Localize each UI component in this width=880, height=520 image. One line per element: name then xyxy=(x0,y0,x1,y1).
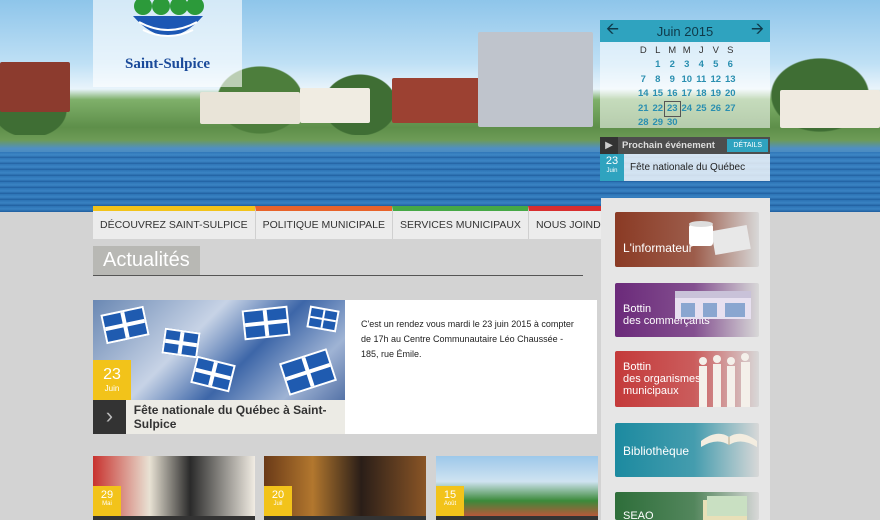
logo-wave-icon xyxy=(133,0,204,37)
calendar-week-row: 7 8 9 10 11 12 13 xyxy=(636,73,770,87)
calendar-day[interactable]: 5 xyxy=(709,58,724,72)
people-icon xyxy=(699,353,750,407)
calendar-weekday: D xyxy=(639,45,647,56)
calendar-weekday-row: DLMMJVS xyxy=(636,44,770,58)
chevron-right-icon: ▶ xyxy=(600,137,618,154)
next-event-panel: ▶ Prochain événement DÉTAILS 23 Juin Fêt… xyxy=(600,137,770,181)
details-button[interactable]: DÉTAILS xyxy=(727,139,768,152)
calendar-day[interactable]: 26 xyxy=(709,102,724,116)
calendar-day[interactable]: 22 xyxy=(651,102,666,116)
featured-body: C'est un rendez vous mardi le 23 juin 20… xyxy=(361,319,574,359)
calendar-day[interactable]: 29 xyxy=(651,116,666,130)
calendar-day[interactable]: 14 xyxy=(636,87,651,101)
arrow-right-icon[interactable]: 🡪 xyxy=(751,18,764,45)
calendar-grid: D L M M J V S 1 2 3 4 5 6 7 8 9 10 11 12 13 14 15 16 17 18 19 20 21… xyxy=(600,42,770,130)
calendar-day[interactable]: 12 xyxy=(709,73,724,87)
calendar-weekday: V xyxy=(712,45,719,56)
storefront-icon xyxy=(675,291,751,319)
next-event-item[interactable]: 23 Juin Fête nationale du Québec xyxy=(600,154,770,181)
logo-text: Saint-Sulpice xyxy=(124,56,211,72)
news-card[interactable]: 29 Mai xyxy=(93,456,255,520)
calendar-week-row: 123456 xyxy=(636,58,770,72)
calendar-day[interactable]: 25 xyxy=(694,102,709,116)
calendar-day[interactable]: 13 xyxy=(723,73,738,87)
folder-icon xyxy=(703,496,747,520)
card-date-badge: 29 Mai xyxy=(93,486,121,520)
calendar-day xyxy=(694,116,709,130)
calendar-day[interactable]: 24 xyxy=(680,102,695,116)
calendar-weekday: M xyxy=(682,45,691,56)
main-nav: DÉCOUVREZ SAINT-SULPICE POLITIQUE MUNICI… xyxy=(93,206,637,239)
calendar-day[interactable]: 8 xyxy=(651,73,666,87)
calendar-day[interactable]: 20 xyxy=(723,87,738,101)
calendar-day[interactable]: 6 xyxy=(723,58,738,72)
featured-date-badge: 23 Juin xyxy=(93,360,131,400)
calendar-day[interactable]: 28 xyxy=(636,116,651,130)
newspaper-icon xyxy=(689,221,751,255)
card-date-badge: 20 Juil xyxy=(264,486,292,520)
book-icon xyxy=(701,433,757,447)
calendar-day[interactable]: 1 xyxy=(651,58,666,72)
calendar-day xyxy=(636,58,651,72)
section-divider xyxy=(93,275,583,276)
nav-item-decouvrez[interactable]: DÉCOUVREZ SAINT-SULPICE xyxy=(93,206,255,239)
section-title: Actualités xyxy=(93,246,200,275)
next-event-name: Fête nationale du Québec xyxy=(630,162,746,173)
next-event-heading: Prochain événement xyxy=(622,140,715,151)
calendar-weekday: J xyxy=(698,45,704,56)
news-card[interactable]: 20 Juil xyxy=(264,456,426,520)
calendar-day[interactable]: 27 xyxy=(723,102,738,116)
calendar-day[interactable]: 4 xyxy=(694,58,709,72)
featured-caption[interactable]: › Fête nationale du Québec à Saint-Sulpi… xyxy=(93,400,345,434)
calendar-day[interactable]: 17 xyxy=(680,87,695,101)
promo-seao[interactable]: SEAO xyxy=(615,492,759,520)
calendar-day[interactable]: 30 xyxy=(665,116,680,130)
calendar-day xyxy=(680,116,695,130)
calendar-week-row: 21 22 23 24 25 26 27 xyxy=(636,100,770,117)
calendar-day[interactable]: 9 xyxy=(665,73,680,87)
calendar-week-row: 14 15 16 17 18 19 20 xyxy=(636,87,770,101)
calendar-day[interactable]: 3 xyxy=(680,58,695,72)
promo-bottin-commercants[interactable]: Bottin des commerçants xyxy=(615,283,759,337)
nav-item-politique[interactable]: POLITIQUE MUNICIPALE xyxy=(254,206,392,239)
promo-bibliotheque[interactable]: Bibliothèque xyxy=(615,423,759,477)
calendar-day[interactable]: 10 xyxy=(680,73,695,87)
calendar-day[interactable]: 11 xyxy=(694,73,709,87)
logo[interactable]: Saint-Sulpice xyxy=(93,0,242,87)
featured-news[interactable]: 23 Juin › Fête nationale du Québec à Sai… xyxy=(93,300,597,434)
promo-bottin-organismes[interactable]: Bottin des organismes municipaux xyxy=(615,351,759,407)
chevron-right-icon: › xyxy=(93,400,126,434)
calendar-day[interactable]: 7 xyxy=(636,73,651,87)
calendar-month: Juin 2015 xyxy=(656,23,714,39)
nav-item-services[interactable]: SERVICES MUNICIPAUX xyxy=(391,206,528,239)
calendar-day[interactable]: 15 xyxy=(651,87,666,101)
calendar-day[interactable]: 16 xyxy=(665,87,680,101)
calendar-day[interactable]: 18 xyxy=(694,87,709,101)
calendar-widget: 🡨 Juin 2015 🡪 D L M M J V S 1 2 3 4 5 6 7 8 9 10 11 12 13 14… xyxy=(600,20,770,128)
promo-informateur[interactable]: L'informateur xyxy=(615,212,759,267)
calendar-day[interactable]: 2 xyxy=(665,58,680,72)
calendar-day[interactable]: 21 xyxy=(636,102,651,116)
event-date-badge: 23 Juin xyxy=(600,154,624,181)
calendar-week-row: 28 29 30 xyxy=(636,116,770,130)
news-card[interactable]: 15 Août xyxy=(436,456,598,520)
featured-title: Fête nationale du Québec à Saint-Sulpice xyxy=(133,403,327,431)
calendar-weekday: M xyxy=(668,45,677,56)
calendar-weekday: S xyxy=(727,45,734,56)
calendar-day[interactable]: 19 xyxy=(709,87,724,101)
card-date-badge: 15 Août xyxy=(436,486,464,520)
calendar-day xyxy=(723,116,738,130)
calendar-day[interactable]: 23 xyxy=(664,100,681,117)
arrow-left-icon[interactable]: 🡨 xyxy=(606,18,619,45)
calendar-weekday: L xyxy=(655,45,661,56)
calendar-day xyxy=(709,116,724,130)
